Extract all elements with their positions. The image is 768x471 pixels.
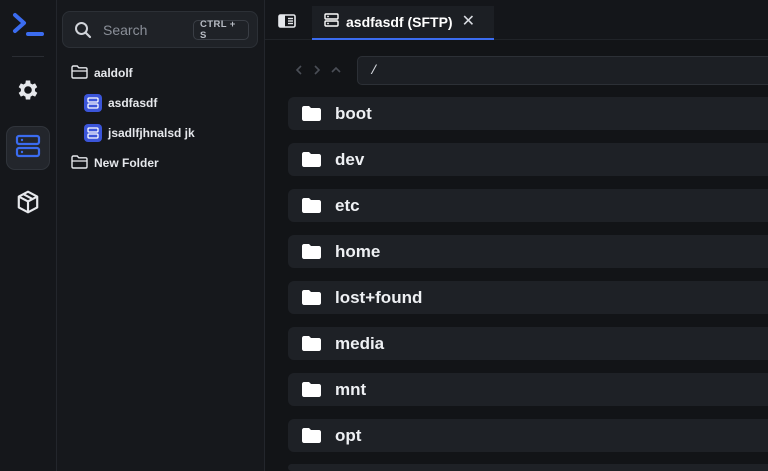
list-item[interactable]: boot <box>288 97 768 130</box>
file-name: etc <box>335 195 360 215</box>
back-arrow-icon[interactable] <box>292 63 306 77</box>
server-icon <box>84 124 102 142</box>
tree-folder-aaldolf[interactable]: aaldolf <box>71 62 133 84</box>
tree-server-asdfasdf[interactable]: asdfasdf <box>84 92 157 114</box>
path-input[interactable]: / <box>357 56 768 85</box>
list-item[interactable]: media <box>288 327 768 360</box>
list-item[interactable]: lost+found <box>288 281 768 314</box>
up-arrow-icon[interactable] <box>329 63 343 77</box>
tree-server-jsadlfjhnalsd[interactable]: jsadlfjhnalsd jk <box>84 122 195 144</box>
file-name: home <box>335 241 381 261</box>
list-item[interactable]: mnt <box>288 373 768 406</box>
list-item[interactable] <box>288 464 768 471</box>
activity-rail <box>0 0 57 471</box>
list-item[interactable]: opt <box>288 419 768 452</box>
folder-icon <box>302 382 321 397</box>
folder-icon <box>302 428 321 443</box>
rail-divider <box>12 56 44 57</box>
list-item[interactable]: home <box>288 235 768 268</box>
rail-hosts-button[interactable] <box>6 126 50 170</box>
path-text: / <box>370 63 378 78</box>
file-name: boot <box>335 103 372 123</box>
server-icon <box>84 94 102 112</box>
folder-icon <box>302 290 321 305</box>
folder-icon <box>302 198 321 213</box>
tree-item-label: asdfasdf <box>108 96 158 110</box>
folder-icon <box>302 152 321 167</box>
list-item[interactable]: dev <box>288 143 768 176</box>
server-icon <box>324 12 339 32</box>
main-panel: asdfasdf (SFTP) ✕ / boot dev etc home lo… <box>265 0 768 471</box>
hosts-sidebar: CTRL + S aaldolf asdfasdf <box>57 0 265 471</box>
tree-item-label: New Folder <box>94 156 159 170</box>
path-navbar: / <box>265 56 768 86</box>
package-icon <box>15 189 41 220</box>
close-icon[interactable]: ✕ <box>462 14 475 30</box>
tree-item-label: jsadlfjhnalsd jk <box>108 126 195 140</box>
file-name: lost+found <box>335 287 423 307</box>
file-name: dev <box>335 149 365 169</box>
sidebar-toggle-icon[interactable] <box>278 14 296 33</box>
rail-packages-button[interactable] <box>6 182 50 226</box>
folder-icon <box>302 336 321 351</box>
app-window: CTRL + S aaldolf asdfasdf <box>0 0 768 471</box>
folder-icon <box>302 244 321 259</box>
folder-open-icon <box>71 64 88 82</box>
search-icon <box>73 20 93 40</box>
search-input[interactable] <box>103 21 193 38</box>
file-name: opt <box>335 425 362 445</box>
forward-arrow-icon[interactable] <box>310 63 324 77</box>
list-item[interactable]: etc <box>288 189 768 222</box>
server-icon <box>15 134 41 163</box>
gear-icon <box>15 77 41 108</box>
tab-sftp-session[interactable]: asdfasdf (SFTP) ✕ <box>312 6 494 40</box>
file-name: media <box>335 333 385 353</box>
tree-folder-new-folder[interactable]: New Folder <box>71 152 159 174</box>
tree-item-label: aaldolf <box>94 66 133 80</box>
folder-open-icon <box>71 154 88 172</box>
rail-settings-button[interactable] <box>6 70 50 114</box>
tab-title: asdfasdf (SFTP) <box>346 14 453 30</box>
tab-bar: asdfasdf (SFTP) ✕ <box>265 0 768 40</box>
terminal-prompt-icon[interactable] <box>12 10 46 40</box>
file-name: mnt <box>335 379 367 399</box>
search-shortcut-badge: CTRL + S <box>193 19 249 41</box>
search-box[interactable]: CTRL + S <box>62 11 258 48</box>
folder-icon <box>302 106 321 121</box>
